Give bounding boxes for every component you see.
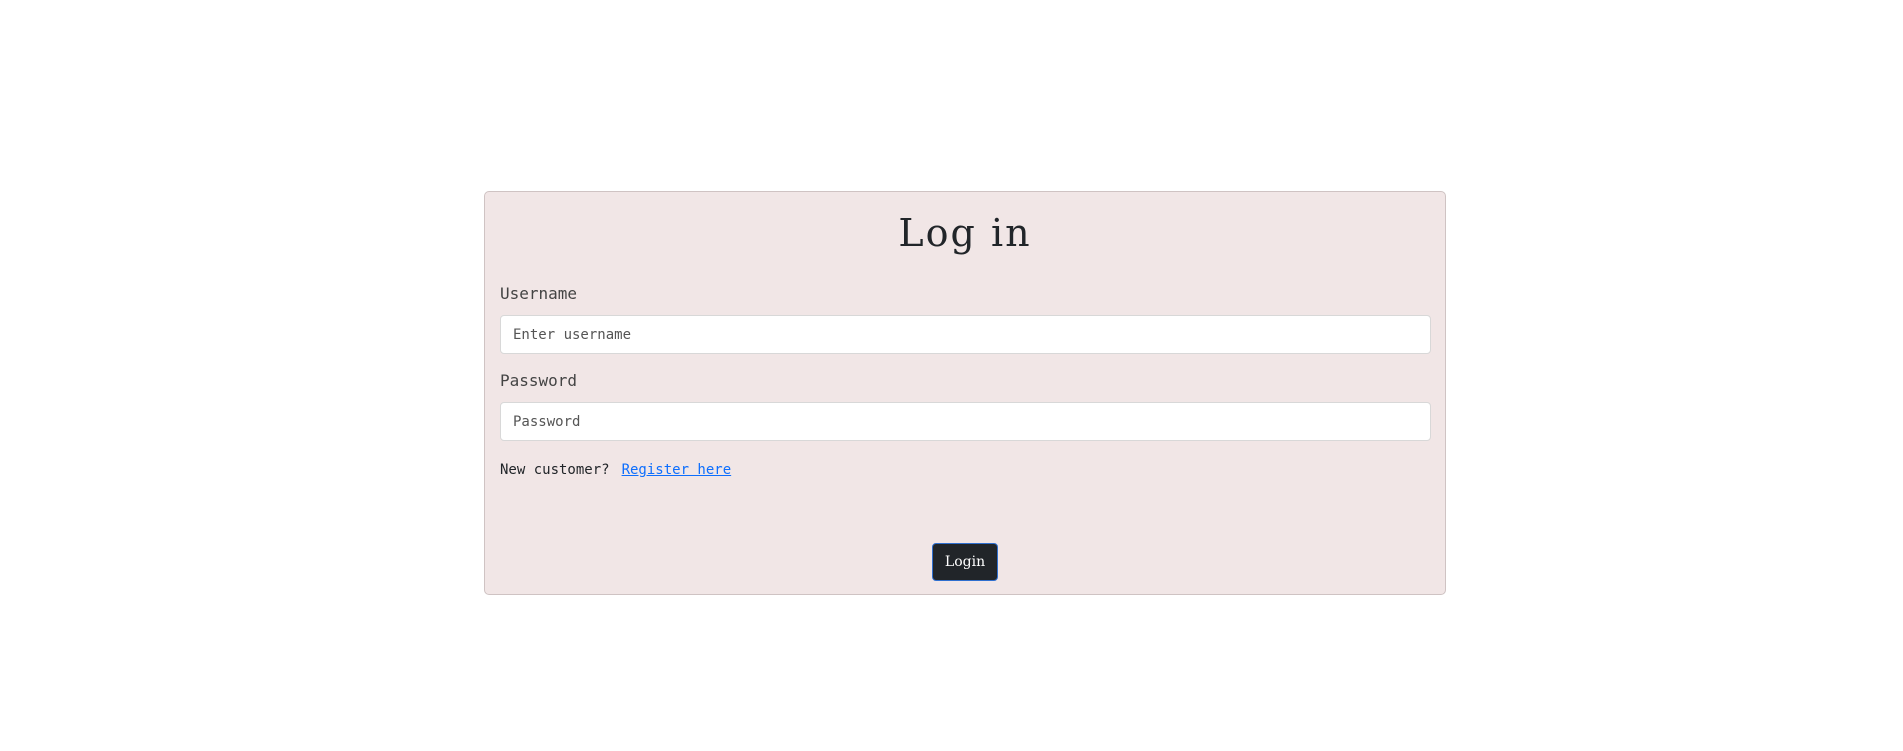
register-prompt: New customer? Register here bbox=[500, 461, 1430, 479]
login-card: Log in Username Password New customer? Re… bbox=[484, 191, 1446, 595]
password-label: Password bbox=[500, 371, 578, 390]
password-input[interactable] bbox=[500, 402, 1431, 441]
username-group: Username bbox=[500, 284, 1431, 354]
password-group: Password bbox=[500, 371, 1431, 441]
username-input[interactable] bbox=[500, 315, 1431, 354]
username-label: Username bbox=[500, 284, 578, 303]
page-title: Log in bbox=[898, 211, 1032, 255]
page: Log in Username Password New customer? Re… bbox=[0, 0, 1903, 751]
button-row: Login bbox=[485, 543, 1445, 581]
register-link[interactable]: Register here bbox=[622, 462, 732, 478]
login-button[interactable]: Login bbox=[931, 543, 999, 581]
new-customer-text: New customer? bbox=[500, 462, 610, 478]
